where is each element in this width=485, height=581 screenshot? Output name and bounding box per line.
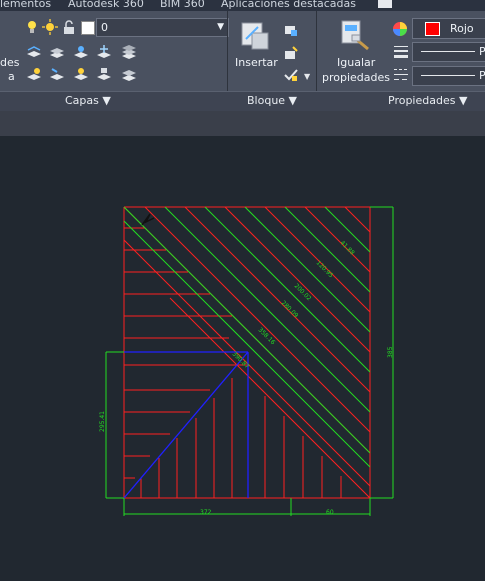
block-chevron-down-icon[interactable]: ▼ [304,72,310,81]
linetype-dropdown[interactable]: P [412,66,485,86]
blue-geometry [123,351,249,499]
layer-tool-lock-icon[interactable] [96,66,112,82]
menu-item-bim-360[interactable]: BIM 360 [160,0,205,9]
lineweight-dropdown[interactable]: P [412,42,485,62]
block-attribute-icon[interactable] [283,67,299,83]
menu-item-aplicaciones[interactable]: Aplicaciones destacadas [221,0,356,9]
color-dropdown[interactable]: Rojo [412,18,485,39]
lineweight-icon[interactable] [393,44,409,60]
color-swatch [425,22,440,36]
menu-item-autodesk-360[interactable]: Autodesk 360 [68,0,144,9]
sun-icon[interactable] [42,19,58,35]
layers-left-label-2: a [8,70,15,83]
dim-right: 385 [387,346,394,358]
dropdown-toggle-icon[interactable] [378,0,392,8]
ribbon-panel-labels: Capas ▼ Bloque ▼ Propiedades ▼ [0,91,485,111]
match-properties-icon[interactable] [338,19,372,53]
layer-tool-stack-icon[interactable] [121,44,137,60]
layer-tool-make-current-icon[interactable] [26,44,42,60]
match-label-1[interactable]: Igualar [337,56,375,69]
unlock-icon[interactable] [61,19,77,35]
dim-bottom-left: 372 [200,509,212,516]
insert-label[interactable]: Insertar [235,56,278,69]
menu-item-elementos[interactable]: lementos [0,0,51,9]
layer-color-swatch[interactable] [81,21,95,35]
create-block-icon[interactable] [283,22,299,38]
layer-tool-walk-icon[interactable] [49,66,65,82]
diag-label-2: 120.95 [315,259,335,279]
linetype-icon[interactable] [393,67,409,83]
drawing-canvas[interactable]: 372 60 295.41 385 41.88 120.95 200.02 28… [0,136,485,577]
layer-tool-isolate-icon[interactable] [73,44,89,60]
block-panel-title[interactable]: Bloque ▼ [247,94,297,107]
color-dropdown-value: Rojo [450,22,474,35]
linetype-dropdown-value: P [479,69,485,82]
layer-tool-match-icon[interactable] [49,44,65,60]
diag-label-3: 200.02 [293,282,313,302]
layer-tool-merge-icon[interactable] [121,66,137,82]
layers-left-label-1: des [0,56,20,69]
match-label-2[interactable]: propiedades [322,71,390,84]
linetype-preview-line [421,75,475,76]
layer-dropdown-value: 0 [101,21,108,34]
insert-block-icon[interactable] [238,19,272,53]
chevron-down-icon: ▼ [217,22,224,32]
cad-drawing: 372 60 295.41 385 41.88 120.95 200.02 28… [99,206,394,516]
dim-left: 295.41 [99,411,106,432]
diag-label-4: 280.09 [280,299,300,319]
menu-bar: lementos Autodesk 360 BIM 360 Aplicacion… [0,0,485,11]
lightbulb-icon[interactable] [24,19,40,35]
layer-tool-off-icon[interactable] [26,66,42,82]
layer-tool-thaw-icon[interactable] [73,66,89,82]
layers-panel-title[interactable]: Capas ▼ [65,94,111,107]
lineweight-preview-line [421,51,475,52]
properties-panel-title[interactable]: Propiedades ▼ [388,94,467,107]
edit-block-icon[interactable] [283,45,299,61]
diag-label-5: 358.16 [257,326,277,346]
dim-bottom-right: 60 [326,509,334,516]
annotation-scribble [141,213,155,226]
diag-label-1: 41.88 [339,239,356,256]
file-tab-strip [0,111,485,136]
lineweight-dropdown-value: P [479,45,485,58]
layer-dropdown[interactable]: 0 ▼ [96,18,229,37]
layer-tool-freeze-icon[interactable] [96,44,112,60]
color-wheel-icon[interactable] [392,21,408,37]
